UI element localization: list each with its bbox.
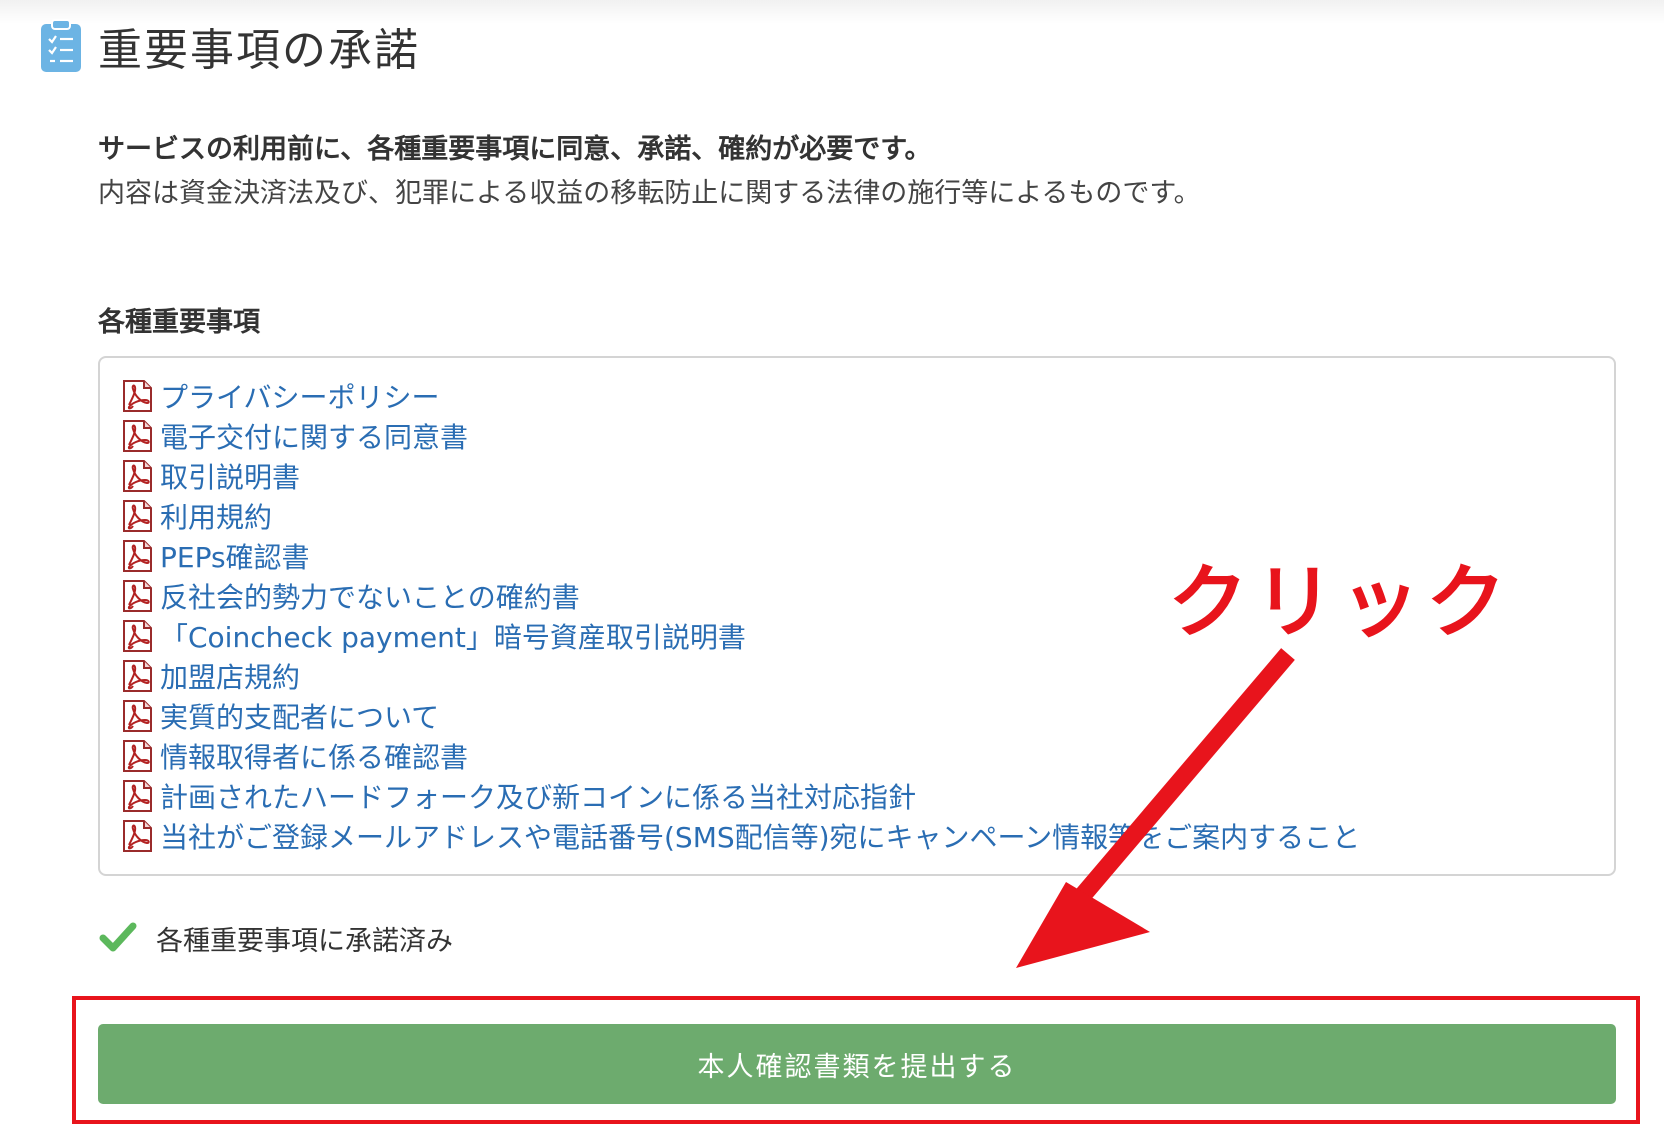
pdf-icon: [123, 500, 152, 532]
documents-title: 各種重要事項: [98, 307, 260, 338]
intro-text-line: 内容は資金決済法及び、犯罪による収益の移転防止に関する法律の施行等によるものです…: [98, 178, 1201, 209]
document-link-label: 「Coincheck payment」暗号資産取引説明書: [160, 621, 746, 654]
pdf-icon: [123, 580, 152, 612]
pdf-icon: [123, 820, 152, 852]
pdf-icon: [123, 660, 152, 692]
document-link-label: 計画されたハードフォーク及び新コインに係る当社対応指針: [160, 781, 917, 814]
document-link-label: プライバシーポリシー: [160, 381, 440, 414]
click-annotation-label: クリック: [1168, 556, 1512, 649]
accepted-status-text: 各種重要事項に承諾済み: [156, 925, 453, 957]
page: 重要事項の承諾 サービスの利用前に、各種重要事項に同意、承諾、確約が必要です。 …: [0, 0, 1664, 1148]
document-link-label: 反社会的勢力でないことの確約書: [160, 581, 580, 614]
page-title: 重要事項の承諾: [98, 25, 420, 76]
check-icon: [98, 918, 138, 958]
document-link[interactable]: 計画されたハードフォーク及び新コインに係る当社対応指針: [120, 776, 1594, 816]
document-link-label: 情報取得者に係る確認書: [160, 741, 469, 774]
document-link-label: 当社がご登録メールアドレスや電話番号(SMS配信等)宛にキャンペーン情報等をご案…: [160, 821, 1361, 854]
document-link[interactable]: 利用規約: [120, 496, 1594, 536]
intro-bold-line: サービスの利用前に、各種重要事項に同意、承諾、確約が必要です。: [98, 134, 932, 165]
pdf-icon: [123, 540, 152, 572]
document-link[interactable]: 加盟店規約: [120, 656, 1594, 696]
document-link[interactable]: 情報取得者に係る確認書: [120, 736, 1594, 776]
document-link-label: 取引説明書: [160, 461, 301, 494]
pdf-icon: [123, 780, 152, 812]
document-link-label: 電子交付に関する同意書: [160, 421, 469, 454]
document-link-label: PEPs確認書: [160, 541, 310, 574]
document-link[interactable]: 取引説明書: [120, 456, 1594, 496]
document-link-label: 実質的支配者について: [160, 701, 440, 734]
accepted-status: 各種重要事項に承諾済み: [98, 918, 453, 958]
submit-id-documents-button[interactable]: 本人確認書類を提出する: [98, 1024, 1616, 1104]
document-link[interactable]: プライバシーポリシー: [120, 376, 1594, 416]
document-link-label: 利用規約: [160, 501, 273, 534]
document-link-label: 加盟店規約: [160, 661, 301, 694]
pdf-icon: [123, 620, 152, 652]
pdf-icon: [123, 700, 152, 732]
pdf-icon: [123, 460, 152, 492]
document-link[interactable]: 電子交付に関する同意書: [120, 416, 1594, 456]
document-link[interactable]: 実質的支配者について: [120, 696, 1594, 736]
page-header: 重要事項の承諾: [40, 14, 420, 78]
pdf-icon: [123, 420, 152, 452]
pdf-icon: [123, 740, 152, 772]
intro: サービスの利用前に、各種重要事項に同意、承諾、確約が必要です。 内容は資金決済法…: [98, 128, 1398, 216]
pdf-icon: [123, 380, 152, 412]
document-link[interactable]: 当社がご登録メールアドレスや電話番号(SMS配信等)宛にキャンペーン情報等をご案…: [120, 816, 1594, 856]
clipboard-checklist-icon: [40, 19, 82, 73]
